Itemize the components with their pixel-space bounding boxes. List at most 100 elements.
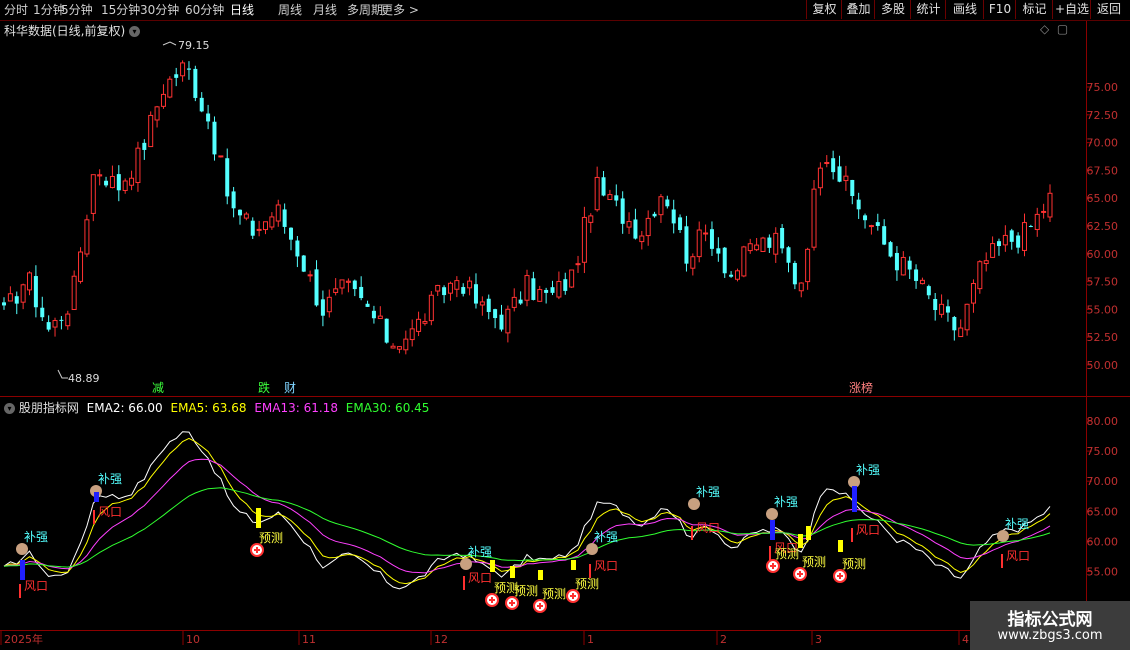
period-0[interactable]: 分时 (4, 0, 28, 20)
candle-body-41 (263, 221, 268, 231)
candle-body-38 (243, 213, 249, 219)
candle-body-47 (301, 255, 306, 272)
candle-body-142 (907, 260, 912, 270)
period-6[interactable]: 日线 (230, 0, 254, 20)
candle-body-61 (390, 345, 396, 349)
candle-body-152 (970, 283, 976, 304)
candle-body-75 (479, 301, 485, 306)
toolbar-button-1[interactable]: 叠加 (841, 0, 875, 19)
candle-body-91 (581, 216, 587, 263)
candle-body-118 (754, 244, 760, 251)
stock-title-text: 科华数据(日线,前复权) (4, 24, 126, 38)
detect-label-2: 预测 (514, 584, 538, 598)
candle-body-78 (499, 314, 504, 330)
candle-body-114 (729, 274, 734, 277)
signal-bar-1 (94, 492, 99, 502)
candle-body-36 (231, 191, 236, 209)
period-5[interactable]: 60分钟 (185, 0, 224, 20)
candle-body-27 (174, 74, 179, 78)
candle-body-79 (505, 308, 511, 334)
candle-body-67 (428, 294, 434, 322)
candle-body-83 (531, 278, 536, 300)
toolbar-button-3[interactable]: 统计 (910, 0, 946, 19)
toolbar-button-2[interactable]: 多股 (874, 0, 911, 19)
indicator-tick-label-2: 65.00 (1087, 505, 1119, 518)
price-tick-label-5: 62.50 (1087, 220, 1119, 233)
house-icon-2 (460, 558, 472, 570)
candle-body-49 (314, 269, 319, 306)
candle-body-25 (160, 93, 166, 107)
house-icon-4 (688, 498, 700, 510)
toolbar-button-8[interactable]: 返回 (1090, 0, 1127, 19)
candle-body-158 (1009, 230, 1014, 242)
toolbar-button-5[interactable]: F10 (983, 0, 1016, 19)
candle-body-19 (122, 180, 128, 191)
candle-body-51 (326, 296, 332, 313)
period-9[interactable]: 多周期 (347, 0, 383, 20)
candle-body-9 (59, 319, 64, 321)
chevron-down-icon[interactable]: ▾ (4, 403, 15, 414)
candle-body-130 (831, 158, 836, 173)
candle-body-53 (339, 279, 345, 289)
candle-body-137 (875, 222, 880, 226)
candle-body-30 (193, 68, 198, 98)
ema30-value: EMA30: 60.45 (345, 401, 430, 415)
candle-body-163 (1041, 210, 1047, 213)
period-3[interactable]: 15分钟 (101, 0, 140, 20)
toolbar-button-0[interactable]: 复权 (806, 0, 842, 19)
candle-body-155 (990, 243, 996, 258)
chart-canvas[interactable]: 50.00 52.50 55.00 57.50 60.00 62.50 65.00 67.50… (0, 0, 1130, 650)
candle-body-126 (805, 248, 811, 283)
indicator-tick-label-0: 55.00 (1087, 566, 1119, 579)
extreme-labels: 79.15 48.89 减 跌财 涨榜 (57, 39, 873, 395)
candle-body-104 (665, 199, 670, 207)
candle-body-84 (537, 289, 543, 302)
strong-label-5: 补强 (774, 495, 798, 509)
period-7[interactable]: 周线 (278, 0, 302, 20)
candle-body-111 (709, 229, 714, 249)
candle-body-88 (563, 279, 568, 291)
date-label-5: 2 (720, 633, 727, 646)
candle-body-110 (703, 232, 709, 235)
signal-bar-3 (490, 560, 495, 572)
candle-body-52 (333, 288, 339, 293)
candle-body-100 (639, 235, 645, 243)
candle-body-46 (295, 240, 300, 257)
period-2[interactable]: 5分钟 (61, 0, 93, 20)
period-4[interactable]: 30分钟 (140, 0, 179, 20)
signal-bar-7 (770, 520, 775, 540)
candle-body-121 (773, 232, 779, 255)
candle-body-42 (269, 216, 275, 228)
candle-body-62 (396, 346, 402, 350)
candle-body-80 (511, 296, 517, 308)
strong-label-2: 补强 (468, 545, 492, 559)
toolbar-button-4[interactable]: 画线 (945, 0, 984, 19)
event-marker-3: 涨榜 (849, 380, 873, 395)
toolbar-button-7[interactable]: +自选 (1052, 0, 1091, 19)
candle-body-102 (652, 213, 657, 217)
price-tick-label-4: 60.00 (1087, 248, 1119, 261)
house-icon-3 (586, 543, 598, 555)
candle-body-135 (863, 215, 868, 221)
square-icon[interactable]: ▢ (1057, 22, 1068, 36)
candle-body-95 (607, 194, 613, 200)
panel-controls: ◇ ▢ (1040, 22, 1068, 36)
candle-body-1 (7, 293, 13, 302)
candle-body-5 (33, 276, 38, 308)
period-8[interactable]: 月线 (313, 0, 337, 20)
chevron-down-icon[interactable]: ▾ (129, 26, 141, 37)
window-label-2: 风口 (468, 571, 492, 585)
candle-body-28 (180, 62, 186, 77)
toolbar-button-6[interactable]: 标记 (1015, 0, 1053, 19)
candle-body-2 (14, 296, 19, 304)
diamond-icon[interactable]: ◇ (1040, 22, 1049, 36)
price-axis: 50.00 52.50 55.00 57.50 60.00 62.50 65.00 67.50… (1086, 81, 1118, 372)
candle-body-56 (359, 286, 364, 299)
candle-body-140 (894, 252, 899, 271)
candle-body-13 (84, 219, 90, 255)
event-marker-1: 跌 (258, 380, 270, 395)
period-10[interactable]: 更多 > (381, 0, 419, 20)
period-1[interactable]: 1分钟 (33, 0, 65, 20)
candle-body-115 (734, 270, 740, 280)
candle-body-0 (2, 302, 6, 306)
